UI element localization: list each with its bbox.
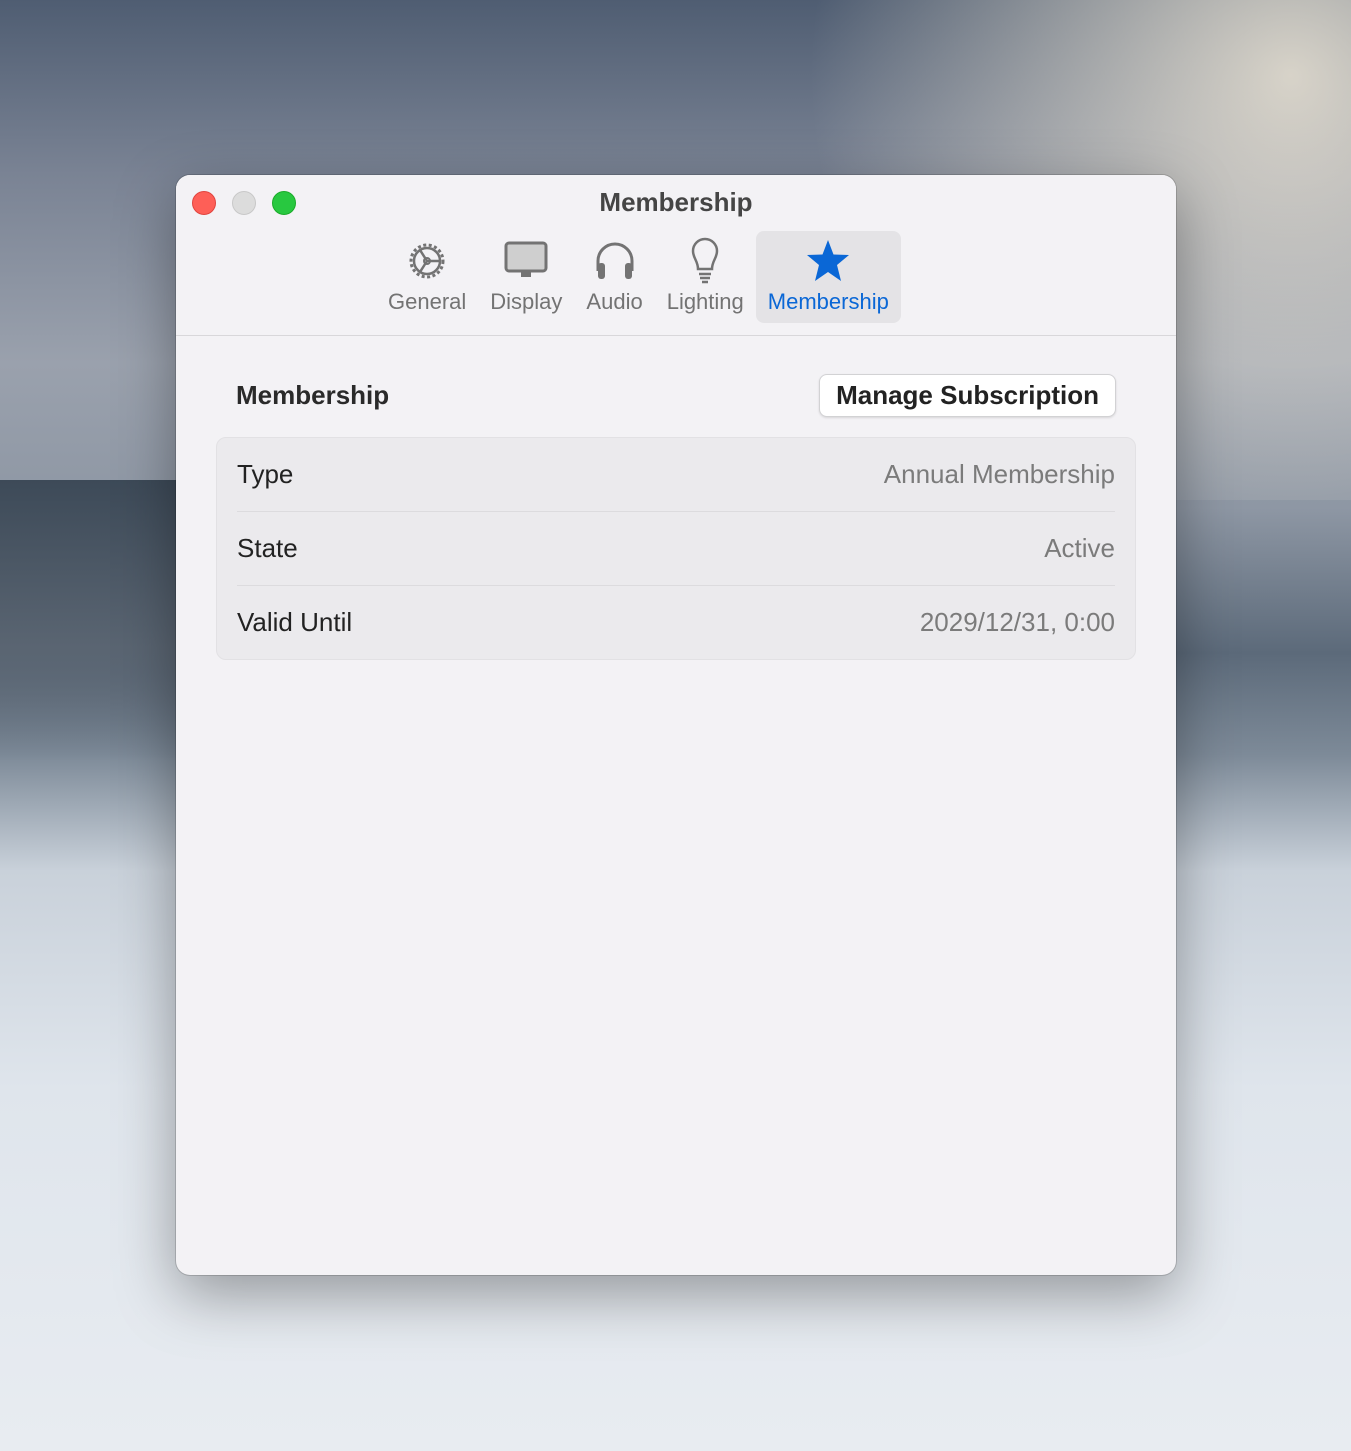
detail-row-state: State Active <box>237 512 1115 586</box>
membership-details: Type Annual Membership State Active Vali… <box>216 437 1136 660</box>
membership-pane: Membership Manage Subscription Type Annu… <box>176 336 1176 660</box>
row-label: State <box>237 533 298 563</box>
row-label: Valid Until <box>237 607 353 637</box>
row-value: Active <box>1044 533 1115 563</box>
tab-bar: General Display Audio Lighting Membershi… <box>376 231 901 323</box>
tab-general[interactable]: General <box>376 231 478 323</box>
display-icon <box>504 241 548 277</box>
section-header: Membership Manage Subscription <box>236 374 1116 417</box>
tab-label: Membership <box>767 289 889 314</box>
preferences-window: Membership General Display Audio Lightin… <box>176 175 1176 1275</box>
detail-row-valid-until: Valid Until 2029/12/31, 0:00 <box>237 586 1115 659</box>
gear-icon <box>409 243 445 279</box>
manage-subscription-button[interactable]: Manage Subscription <box>819 374 1116 417</box>
row-value: Annual Membership <box>883 459 1115 489</box>
section-title: Membership <box>236 380 390 410</box>
tab-lighting[interactable]: Lighting <box>655 231 756 323</box>
row-value: 2029/12/31, 0:00 <box>919 607 1115 637</box>
row-label: Type <box>237 459 294 489</box>
window-title: Membership <box>599 187 753 217</box>
tab-membership[interactable]: Membership <box>755 231 901 323</box>
tab-label: Display <box>490 289 563 314</box>
tab-label: Lighting <box>666 289 744 314</box>
tab-label: Audio <box>586 289 643 314</box>
lightbulb-icon <box>691 237 719 284</box>
headphones-icon <box>596 242 634 279</box>
tab-label: General <box>388 289 467 314</box>
tab-display[interactable]: Display <box>478 231 574 323</box>
toolbar: Membership General Display Audio Lightin… <box>176 175 1176 336</box>
detail-row-type: Type Annual Membership <box>237 438 1115 512</box>
tab-audio[interactable]: Audio <box>574 231 654 323</box>
star-icon <box>807 240 850 281</box>
